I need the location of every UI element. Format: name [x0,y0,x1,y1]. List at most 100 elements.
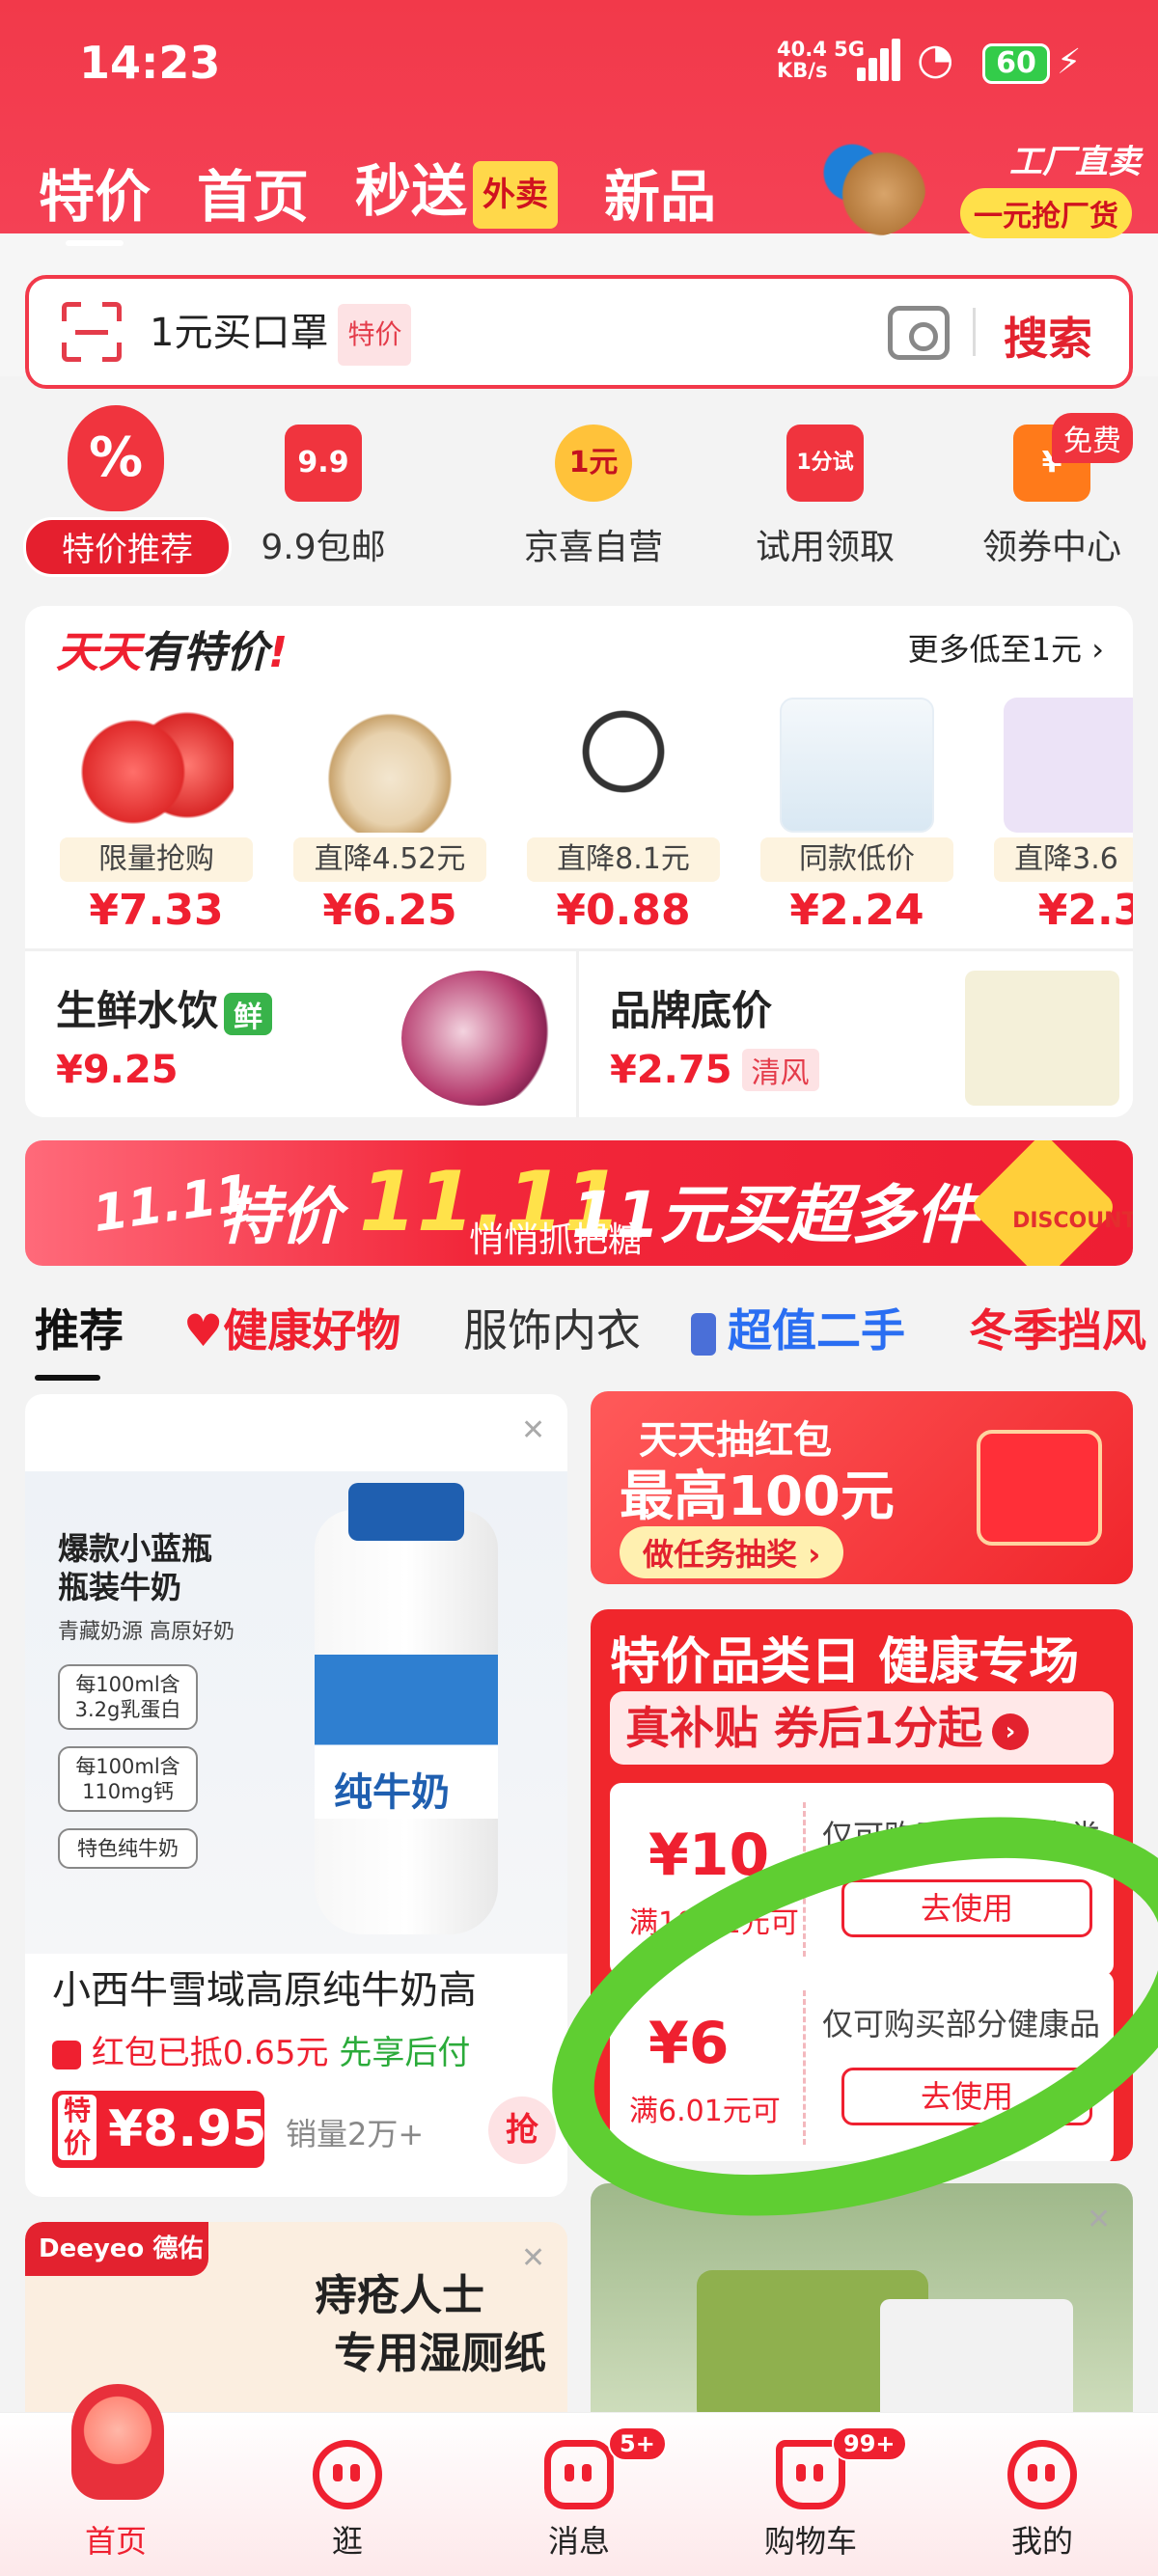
more-deals-link[interactable]: 更多低至1元 › [908,625,1104,670]
tab-health[interactable]: ♥健康好物 [183,1296,400,1359]
product-promo: 红包已抵0.65元 先享后付 [52,2026,470,2073]
close-icon[interactable]: ✕ [1087,2203,1111,2236]
promo-banner-1111[interactable]: 11.11 特价 11.11 11元买超多件 悄悄抓把糖 DISCOUNT [25,1140,1133,1266]
tab-secondhand[interactable]: 超值二手 [691,1296,905,1359]
discount-badge: DISCOUNT [968,1140,1133,1266]
health-subtitle[interactable]: 真补贴 券后1分起 › [610,1691,1114,1765]
divider [973,308,976,356]
coupon-amount: ¥10 [648,1822,770,1889]
gift-box-icon: 9.9 [285,425,362,502]
product-sales: 销量2万+ [286,2116,425,2152]
camera-icon[interactable] [888,306,950,360]
network-speed: 40.4 5G KB/s [777,38,865,82]
tab-apparel[interactable]: 服饰内衣 [463,1296,641,1359]
close-icon[interactable]: ✕ [521,1413,545,1447]
nav-cart[interactable]: 99+ 购物车 [695,2413,926,2576]
deal-price: ¥2.3 [1037,886,1133,935]
fresh-title: 生鲜水饮 [56,987,219,1034]
factory-button[interactable]: 一元抢厂货 [960,188,1132,238]
tissue-image [1004,698,1133,833]
pig-mascot-icon [71,2384,164,2500]
coupon: ¥6 满6.01元可 仅可购买部分健康品 去使用 [610,1971,1114,2161]
close-icon[interactable]: ✕ [521,2241,545,2275]
deal-item[interactable]: 直降4.52元 ¥6.25 [284,698,496,939]
factory-product-image[interactable] [820,130,926,236]
use-coupon-button[interactable]: 去使用 [841,2068,1092,2125]
category-special[interactable]: % 特价推荐 [19,396,232,589]
nav-label: 购物车 [763,2523,857,2560]
tab-new[interactable]: 新品 [604,165,716,229]
cart-badge: 99+ [832,2426,907,2461]
deal-tag: 直降8.1元 [527,837,720,882]
health-title: 特价品类日 健康专场 [610,1633,1080,1691]
nav-home[interactable]: 首页 [0,2384,232,2576]
redpacket-icon [52,2040,81,2069]
deal-item[interactable]: 直降8.1元 ¥0.88 [517,698,730,939]
category-jingxi[interactable]: 1元 京喜自营 [497,396,690,589]
free-badge: 免费 [1052,413,1133,463]
tab-recommend[interactable]: 推荐 [35,1296,124,1381]
pig-face-icon [313,2440,382,2509]
milk-bottle: 纯牛奶 [315,1483,498,1934]
feed-tabs: 推荐 ♥健康好物 服饰内衣 超值二手 冬季挡风 [0,1288,1158,1381]
tab-home[interactable]: 首页 [197,165,309,229]
nav-profile[interactable]: 我的 [926,2413,1158,2576]
product-title: 小西牛雪域高原纯牛奶高 [52,1968,477,2013]
use-coupon-button[interactable]: 去使用 [841,1879,1092,1937]
grab-button[interactable]: 抢 [488,2096,556,2164]
redpacket-amount: 最高100元 [620,1466,895,1528]
takeout-badge: 外卖 [473,160,559,229]
profile-icon [1007,2440,1077,2509]
nav-label: 首页 [84,2523,147,2560]
tab-special[interactable]: 特价 [39,165,151,246]
product-card-milk[interactable]: 爆款小蓝瓶 瓶装牛奶 青藏奶源 高原好奶 每100ml含3.2g乳蛋白 每100m… [25,1394,567,2197]
deal-price: ¥6.25 [322,886,457,935]
deal-price: ¥7.33 [89,886,224,935]
red-envelope-icon [977,1430,1102,1546]
deal-item[interactable]: 直降3.6 ¥2.3 [984,698,1133,939]
brand-price-card[interactable]: 品牌底价 ¥2.75 清风 [579,948,1133,1117]
brand-title: 品牌底价 [610,987,773,1034]
scan-icon[interactable] [62,302,122,362]
search-input[interactable]: 1元买口罩 特价 [150,304,412,366]
coupon: ¥10 满10.01元可 仅可购买部分健康类 去使用 [610,1783,1114,1976]
battery-icon: 60 [982,43,1050,84]
red-packet-promo[interactable]: 天天抽红包 最高100元 做任务抽奖 › [591,1391,1133,1584]
phone-icon [691,1312,716,1356]
factory-promo[interactable]: 工厂直卖 一元抢厂货 [951,135,1141,238]
cable-image [546,698,701,833]
fresh-tag: 鲜 [224,992,273,1035]
bottle-cap [348,1483,464,1541]
lottery-button[interactable]: 做任务抽奖 › [620,1526,844,1578]
product-headline: 痔疮人士 [315,2271,484,2320]
deal-item[interactable]: 同款低价 ¥2.24 [751,698,963,939]
tab-winter[interactable]: 冬季挡风 [969,1296,1146,1359]
milk-chip: 特色纯牛奶 [58,1828,198,1869]
search-bar[interactable]: 1元买口罩 特价 搜索 [25,275,1133,389]
milk-product-image: 爆款小蓝瓶 瓶装牛奶 青藏奶源 高原好奶 每100ml含3.2g乳蛋白 每100m… [25,1471,567,1954]
category-9-9[interactable]: 9.9 9.9包邮 [227,396,420,589]
flame-percent-icon: % [68,405,164,511]
health-coupon-card[interactable]: 特价品类日 健康专场 真补贴 券后1分起 › ¥10 满10.01元可 仅可购买部… [591,1609,1133,2161]
category-trial[interactable]: 1分试 试用领取 [729,396,922,589]
chevron-right-icon: › [992,1713,1030,1750]
nav-messages[interactable]: 5+ 消息 [463,2413,695,2576]
nav-label: 逛 [331,2523,363,2560]
category-label: 9.9包邮 [261,528,386,567]
fresh-drinks-card[interactable]: 生鲜水饮鲜 ¥9.25 [25,948,579,1117]
divider [803,1802,806,1957]
deal-item[interactable]: 限量抢购 ¥7.33 [50,698,262,939]
search-button[interactable]: 搜索 [1004,304,1092,368]
product-price: ¥8.95 [108,2100,267,2158]
deal-price: ¥2.24 [789,886,924,935]
product-headline: 专用湿厕纸 [334,2329,546,2378]
banner-subtitle: 悄悄抓把糖 [469,1220,644,1260]
coupon-description: 仅可购买部分健康品 [822,2006,1101,2042]
special-price-tag: 特价 [58,2095,96,2160]
bag-icon: 1分试 [786,425,864,502]
milk-headline: 瓶装牛奶 [58,1569,182,1605]
tab-express[interactable]: 秒送 外卖 [355,159,559,229]
milk-chip: 每100ml含110mg钙 [58,1746,198,1812]
nav-browse[interactable]: 逛 [232,2413,463,2576]
daily-deals-card: 天天有特价! 更多低至1元 › 限量抢购 ¥7.33 直降4.52元 ¥6.25… [25,606,1133,1117]
